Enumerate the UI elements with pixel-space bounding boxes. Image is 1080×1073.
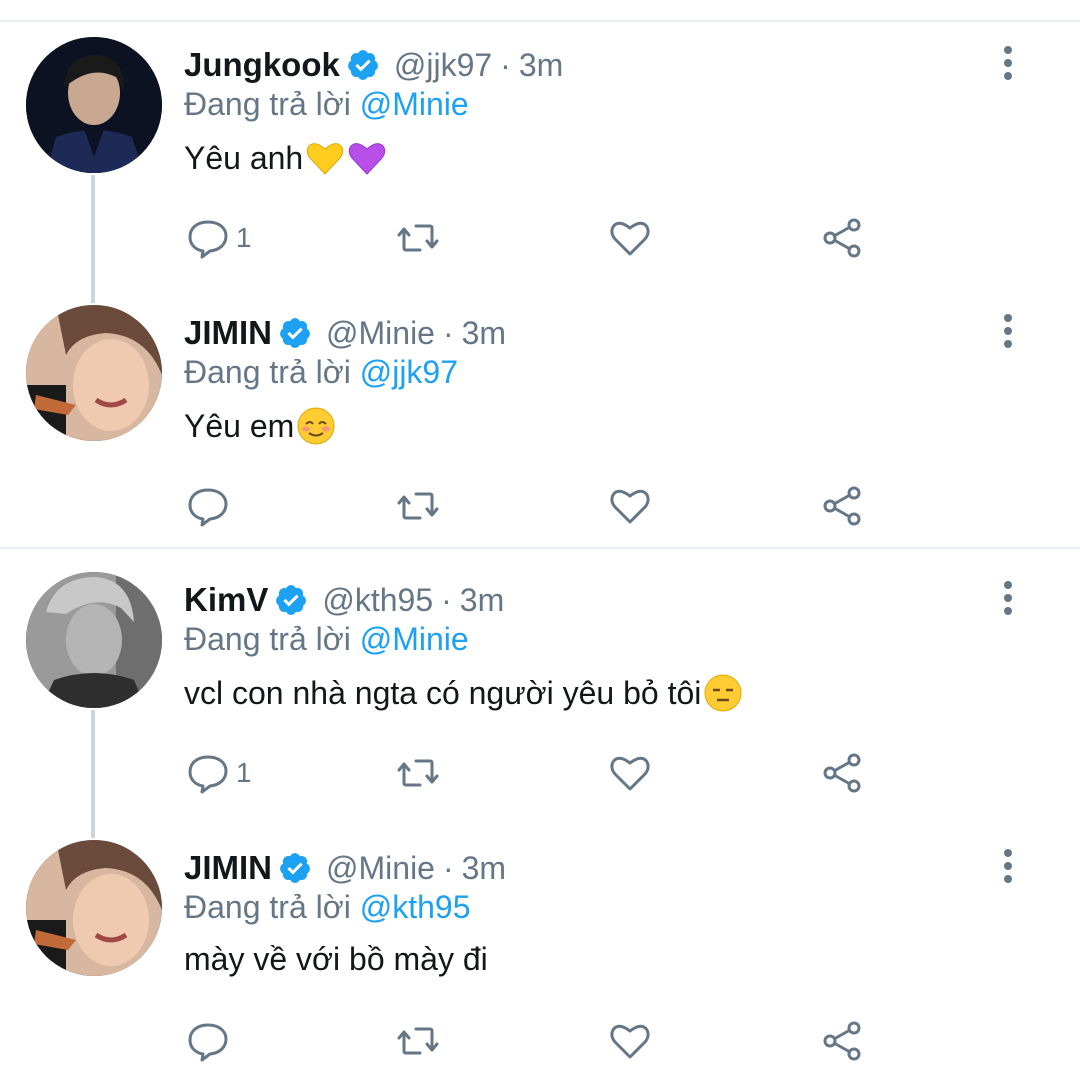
tweet-header: Jungkook @jjk97 · 3m (184, 40, 563, 90)
tweet[interactable]: Jungkook @jjk97 · 3m Đang trả lời @Minie… (0, 0, 1080, 268)
like-button[interactable] (608, 480, 652, 532)
action-bar (0, 1015, 1080, 1067)
reply-mention-link[interactable]: @jjk97 (360, 354, 458, 390)
user-handle[interactable]: @jjk97 (394, 47, 492, 84)
retweet-icon (397, 224, 439, 252)
replying-to: Đang trả lời @jjk97 (184, 354, 458, 391)
share-button[interactable] (820, 1015, 864, 1067)
reply-button[interactable]: 1 (186, 212, 252, 264)
relieved-face-emoji-icon (296, 406, 336, 446)
verified-badge-icon (278, 851, 312, 885)
reply-icon (188, 220, 228, 259)
user-handle[interactable]: @kth95 (322, 582, 433, 619)
like-icon (610, 1024, 650, 1059)
reply-count: 1 (236, 757, 252, 788)
tweet-text-content: Yêu em (184, 407, 295, 444)
action-bar: 1 (0, 212, 1080, 264)
replying-to: Đang trả lời @kth95 (184, 889, 470, 926)
more-options-icon[interactable] (990, 306, 1026, 356)
avatar-kimv[interactable] (26, 572, 162, 708)
like-button[interactable] (608, 1015, 652, 1067)
verified-badge-icon (274, 583, 308, 617)
tweet[interactable]: JIMIN @Minie · 3m Đang trả lời @kth95 mà… (0, 803, 1080, 1071)
tweet[interactable]: KimV @kth95 · 3m Đang trả lời @Minie vcl… (0, 535, 1080, 803)
more-options-icon[interactable] (990, 38, 1026, 88)
timestamp[interactable]: 3m (462, 850, 506, 887)
like-icon (610, 221, 650, 256)
avatar-jungkook[interactable] (26, 37, 162, 173)
expressionless-face-emoji-icon (703, 673, 743, 713)
avatar-jimin[interactable] (26, 305, 162, 441)
separator-dot: · (442, 849, 454, 886)
timestamp[interactable]: 3m (460, 582, 504, 619)
replying-to-label: Đang trả lời (184, 889, 351, 925)
tweet[interactable]: JIMIN @Minie · 3m Đang trả lời @jjk97 Yê… (0, 268, 1080, 536)
action-bar (0, 480, 1080, 532)
reply-count: 1 (236, 222, 252, 253)
share-button[interactable] (820, 480, 864, 532)
reply-icon (188, 1023, 228, 1062)
reply-icon (188, 755, 228, 794)
reply-mention-link[interactable]: @Minie (360, 86, 469, 122)
display-name[interactable]: JIMIN (184, 849, 272, 887)
like-button[interactable] (608, 212, 652, 264)
purple-heart-emoji-icon (347, 138, 387, 178)
retweet-button[interactable] (396, 1015, 440, 1067)
share-button[interactable] (820, 747, 864, 799)
verified-badge-icon (278, 316, 312, 350)
tweet-text: Yêu anh (184, 138, 387, 178)
reply-mention-link[interactable]: @Minie (360, 621, 469, 657)
replying-to: Đang trả lời @Minie (184, 86, 469, 123)
reply-button[interactable] (186, 480, 236, 532)
share-button[interactable] (820, 212, 864, 264)
reply-button[interactable] (186, 1015, 236, 1067)
tweet-text: Yêu em (184, 406, 336, 446)
tweet-text: vcl con nhà ngta có người yêu bỏ tôi (184, 673, 743, 713)
share-icon (823, 1021, 861, 1061)
separator-dot: · (500, 46, 511, 83)
avatar-jimin[interactable] (26, 840, 162, 976)
display-name[interactable]: JIMIN (184, 314, 272, 352)
replying-to-label: Đang trả lời (184, 86, 351, 122)
retweet-button[interactable] (396, 212, 440, 264)
reply-icon (188, 488, 228, 527)
replying-to-label: Đang trả lời (184, 354, 351, 390)
separator-dot: · (441, 581, 452, 618)
retweet-icon (397, 759, 439, 787)
separator-dot: · (442, 314, 454, 351)
reply-button[interactable]: 1 (186, 747, 252, 799)
yellow-heart-emoji-icon (305, 138, 345, 178)
retweet-button[interactable] (396, 480, 440, 532)
tweet-header: JIMIN @Minie · 3m (184, 308, 506, 358)
verified-badge-icon (346, 48, 380, 82)
retweet-icon (397, 1027, 439, 1055)
tweet-text-content: vcl con nhà ngta có người yêu bỏ tôi (184, 674, 702, 711)
retweet-button[interactable] (396, 747, 440, 799)
like-button[interactable] (608, 747, 652, 799)
user-handle[interactable]: @Minie (326, 315, 435, 352)
more-options-icon[interactable] (990, 573, 1026, 623)
reply-mention-link[interactable]: @kth95 (360, 889, 471, 925)
tweet-text-content: Yêu anh (184, 139, 304, 176)
action-bar: 1 (0, 747, 1080, 799)
display-name[interactable]: Jungkook (184, 46, 340, 84)
share-icon (823, 753, 861, 793)
timestamp[interactable]: 3m (519, 47, 563, 84)
like-icon (610, 756, 650, 791)
replying-to-label: Đang trả lời (184, 621, 351, 657)
tweet-header: KimV @kth95 · 3m (184, 575, 504, 625)
replying-to: Đang trả lời @Minie (184, 621, 469, 658)
more-options-icon[interactable] (990, 841, 1026, 891)
tweet-header: JIMIN @Minie · 3m (184, 843, 506, 893)
user-handle[interactable]: @Minie (326, 850, 435, 887)
timestamp[interactable]: 3m (462, 315, 506, 352)
retweet-icon (397, 492, 439, 520)
share-icon (823, 486, 861, 526)
tweet-text: mày về với bồ mày đi (184, 941, 488, 978)
like-icon (610, 489, 650, 524)
share-icon (823, 218, 861, 258)
tweet-text-content: mày về với bồ mày đi (184, 941, 488, 977)
display-name[interactable]: KimV (184, 581, 268, 619)
